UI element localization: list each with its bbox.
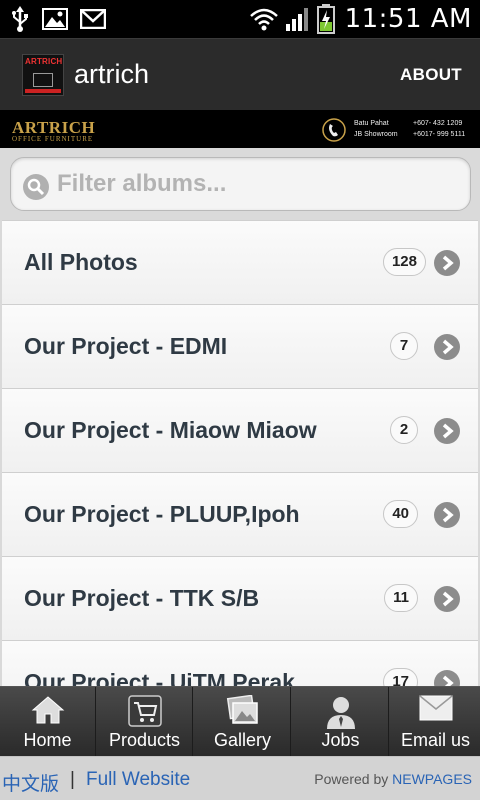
app-logo[interactable]: ARTRICH xyxy=(22,54,64,96)
gallery-icon xyxy=(226,695,258,724)
chevron-right-icon xyxy=(434,670,460,686)
filter-placeholder: Filter albums... xyxy=(57,170,227,197)
logo-bar xyxy=(25,89,61,93)
wifi-icon xyxy=(249,8,278,31)
nav-jobs[interactable]: Jobs xyxy=(293,687,389,757)
album-row[interactable]: Our Project - EDMI 7 xyxy=(2,304,478,388)
newpages-link[interactable]: NEWPAGES xyxy=(392,771,472,787)
album-count-badge: 11 xyxy=(384,584,418,612)
phone-icon xyxy=(322,118,346,142)
nav-email-us[interactable]: Email us xyxy=(391,687,480,757)
full-website-link[interactable]: Full Website xyxy=(86,769,190,791)
album-list: All Photos 128 Our Project - EDMI 7 Our … xyxy=(0,220,480,686)
album-count-badge: 7 xyxy=(390,332,418,360)
album-row[interactable]: Our Project - Miaow Miaow 2 xyxy=(2,388,478,472)
chinese-version-link[interactable]: 中文版 xyxy=(2,769,59,796)
footer-separator: | xyxy=(70,769,75,790)
powered-by: Powered by NEWPAGES xyxy=(314,771,472,787)
filter-bar: Filter albums... xyxy=(0,148,480,220)
album-count-badge: 128 xyxy=(382,248,426,276)
album-label: Our Project - EDMI xyxy=(24,333,228,359)
cart-icon xyxy=(127,695,162,727)
album-row[interactable]: All Photos 128 xyxy=(2,220,478,304)
nav-gallery[interactable]: Gallery xyxy=(195,687,291,757)
battery-charging-icon xyxy=(316,4,335,34)
powered-by-prefix: Powered by xyxy=(314,771,389,787)
album-label: Our Project - PLUUP,Ipoh xyxy=(24,501,300,527)
contact-label-jb-showroom: JB Showroom xyxy=(354,131,398,138)
brand-banner: ARTRICH OFFICE FURNITURE Batu Pahat JB S… xyxy=(0,110,480,148)
app-title: artrich xyxy=(74,59,150,89)
nav-products[interactable]: Products xyxy=(97,687,193,757)
nav-jobs-label: Jobs xyxy=(321,730,360,750)
logo-text: ARTRICH xyxy=(25,57,63,66)
contact-phone-jb-showroom[interactable]: +6017- 999 5111 xyxy=(413,129,465,140)
contact-labels: Batu Pahat JB Showroom xyxy=(354,118,398,140)
chevron-right-icon xyxy=(434,418,460,444)
clock: 11:51 AM xyxy=(344,4,472,34)
nav-email-us-label: Email us xyxy=(400,730,471,750)
footer: 中文版 | Full Website Powered by NEWPAGES xyxy=(0,756,480,800)
image-icon xyxy=(42,8,68,30)
album-row[interactable]: Our Project - TTK S/B 11 xyxy=(2,556,478,640)
search-icon xyxy=(23,174,49,200)
album-row[interactable]: Our Project - PLUUP,Ipoh 40 xyxy=(2,472,478,556)
album-count-badge: 2 xyxy=(390,416,418,444)
brand-subtitle: OFFICE FURNITURE xyxy=(12,135,94,143)
chevron-right-icon xyxy=(434,586,460,612)
nav-home[interactable]: Home xyxy=(0,687,96,757)
home-icon xyxy=(31,696,64,724)
album-label: All Photos xyxy=(24,249,138,275)
contact-phones: +607- 432 1209 +6017- 999 5111 xyxy=(413,118,465,140)
album-label: Our Project - UiTM Perak xyxy=(24,669,295,686)
chevron-right-icon xyxy=(434,250,460,276)
bottom-nav: Home Products Gallery Jobs Email us xyxy=(0,686,480,757)
nav-gallery-label: Gallery xyxy=(213,730,271,750)
album-count-badge: 17 xyxy=(383,668,418,686)
person-icon xyxy=(326,697,355,729)
app-bar: ARTRICH artrich ABOUT xyxy=(0,38,480,110)
contact-phone-batu-pahat[interactable]: +607- 432 1209 xyxy=(413,118,465,129)
contact-label-batu-pahat: Batu Pahat xyxy=(354,120,389,127)
logo-mark xyxy=(33,73,53,87)
about-button[interactable]: ABOUT xyxy=(400,65,462,85)
album-count-badge: 40 xyxy=(383,500,418,528)
gmail-icon xyxy=(80,9,106,29)
album-label: Our Project - Miaow Miaow xyxy=(24,417,317,443)
filter-albums-input[interactable]: Filter albums... xyxy=(10,157,471,211)
chevron-right-icon xyxy=(434,334,460,360)
status-bar: 11:51 AM xyxy=(0,0,480,38)
usb-icon xyxy=(12,6,28,32)
chevron-right-icon xyxy=(434,502,460,528)
nav-products-label: Products xyxy=(108,730,181,750)
album-label: Our Project - TTK S/B xyxy=(24,585,260,611)
envelope-icon xyxy=(419,695,452,721)
album-row[interactable]: Our Project - UiTM Perak 17 xyxy=(2,640,478,686)
signal-icon xyxy=(285,8,308,31)
nav-home-label: Home xyxy=(23,730,72,750)
